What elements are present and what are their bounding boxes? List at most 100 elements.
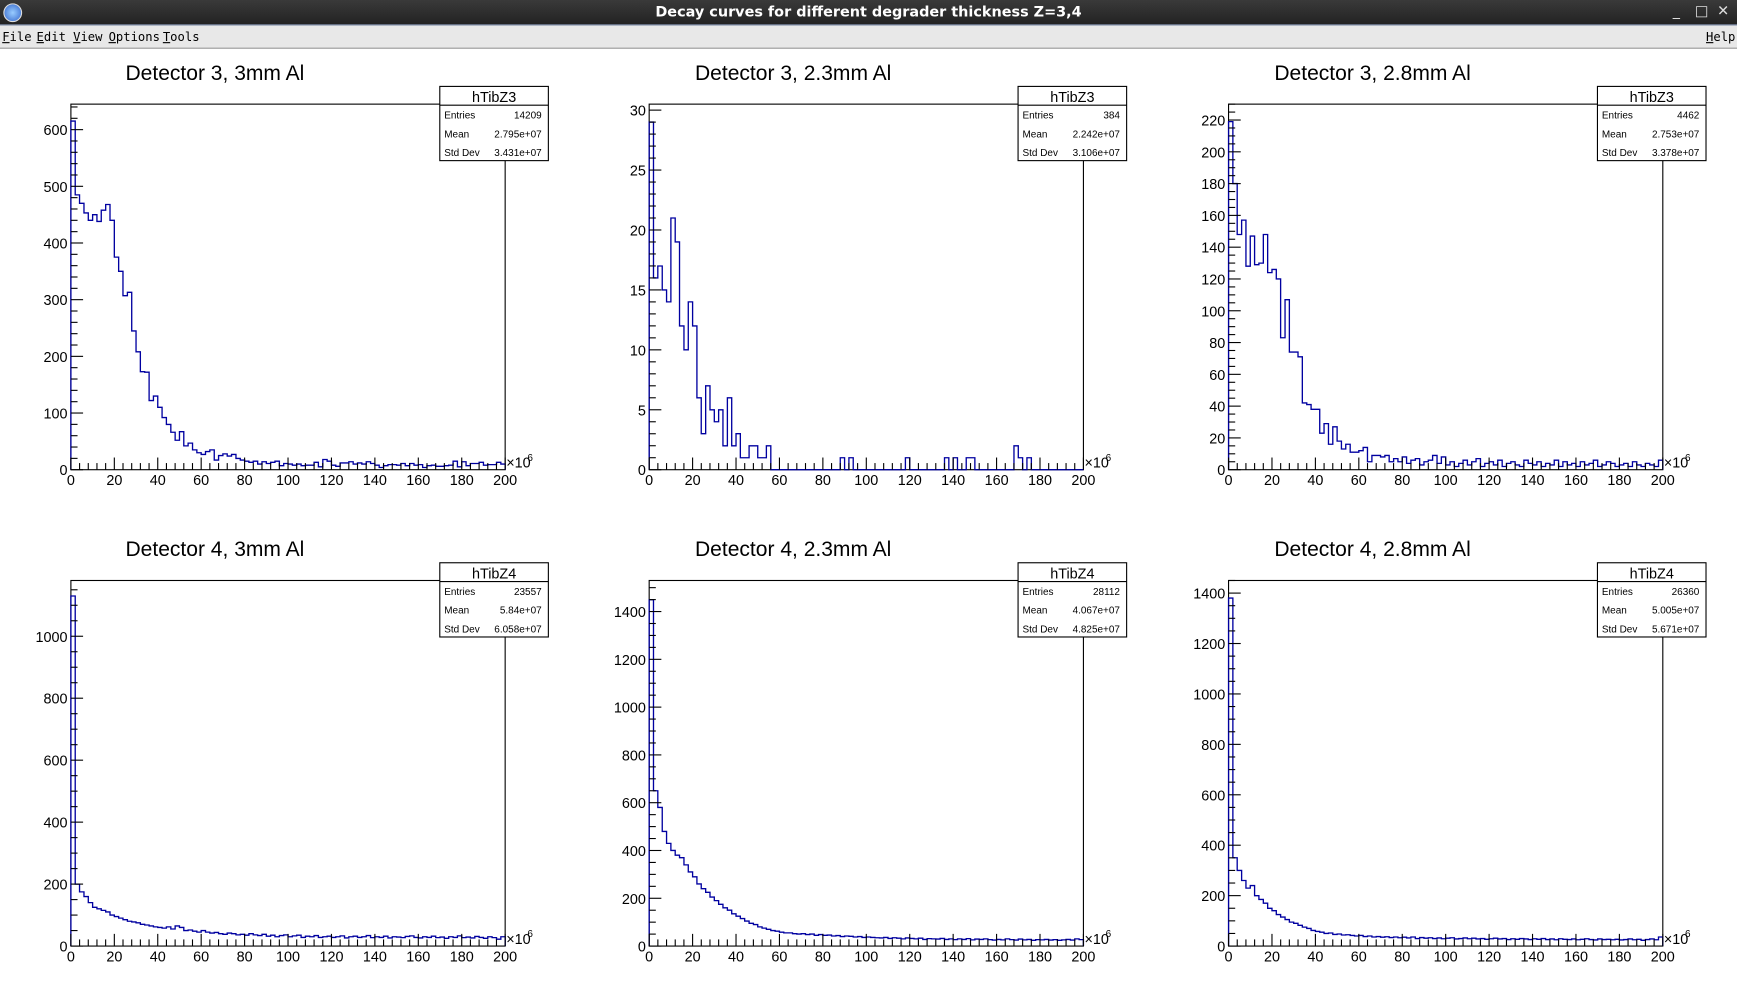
histogram-line: [648, 121, 1084, 471]
y-tick-label: 180: [1201, 177, 1225, 193]
x-tick-label: 60: [771, 950, 787, 966]
x-tick-label: 100: [276, 950, 300, 966]
histogram-panel[interactable]: Detector 4, 2.3mm Al0 20 40 60 80 100 120 140 16…: [614, 538, 1128, 966]
x-tick-label: 160: [406, 473, 430, 489]
x-tick-label: 140: [363, 950, 387, 966]
histogram-panel[interactable]: Detector 3, 2.3mm Al0 20 40 60 80 100 120 140 16…: [630, 62, 1128, 489]
y-tick-label: 1000: [1193, 687, 1225, 703]
x-tick-label: 80: [815, 473, 831, 489]
y-tick-label: 800: [44, 692, 68, 708]
x-tick-label: 40: [1307, 473, 1323, 489]
y-tick-label: 0: [60, 463, 68, 479]
stats-label: Std Dev: [1022, 148, 1057, 159]
histogram-panel[interactable]: Detector 4, 2.8mm Al0 20 40 60 80 100 120 140 16…: [1193, 538, 1707, 966]
plot-title: Detector 3, 2.8mm Al: [1274, 62, 1470, 85]
stats-name: hTibZ4: [1050, 566, 1094, 582]
x-tick-label: 200: [493, 473, 517, 489]
y-tick-label: 60: [1209, 368, 1225, 384]
x-tick-label: 20: [106, 473, 122, 489]
x-tick-label: 60: [1351, 950, 1367, 966]
stats-label: Mean: [444, 129, 469, 140]
stats-box[interactable]: hTibZ4 Entries 28112 Mean 4.067e+07 Std Dev 4.…: [1017, 562, 1128, 638]
y-tick-label: 600: [44, 123, 68, 139]
root-canvas-window: Decay curves for different degrader thic…: [0, 0, 1737, 1005]
x-tick-label: 160: [406, 950, 430, 966]
x-tick-label: 180: [1607, 950, 1631, 966]
stats-value: 2.795e+07: [494, 129, 542, 140]
x-tick-label: 0: [1225, 950, 1233, 966]
y-tick-label: 400: [44, 816, 68, 832]
plot-title: Detector 4, 3mm Al: [125, 538, 304, 561]
canvas-plots[interactable]: Detector 3, 3mm Al0 20 40 60 80 100 120 140 160 1…: [0, 0, 1737, 1005]
x-tick-label: 200: [1071, 473, 1095, 489]
y-tick-label: 0: [638, 463, 646, 479]
y-tick-label: 500: [44, 180, 68, 196]
stats-label: Mean: [1022, 129, 1047, 140]
x-tick-label: 60: [1351, 473, 1367, 489]
stats-label: Entries: [1022, 111, 1053, 122]
stats-box[interactable]: hTibZ3 Entries 14209 Mean 2.795e+07 Std Dev 3.…: [439, 85, 549, 162]
x-tick-label: 20: [685, 473, 701, 489]
stats-box[interactable]: hTibZ3 Entries 4462 Mean 2.753e+07 Std Dev 3.3…: [1596, 85, 1707, 162]
x-tick-label: 120: [1477, 473, 1501, 489]
stats-value: 14209: [514, 111, 542, 122]
stats-label: Entries: [444, 111, 475, 122]
x-tick-label: 0: [1225, 473, 1233, 489]
histogram-panel[interactable]: Detector 3, 3mm Al0 20 40 60 80 100 120 140 160 1…: [44, 62, 549, 489]
x-tick-label: 120: [898, 473, 922, 489]
x-tick-label: 160: [1564, 950, 1588, 966]
histogram-line: [1227, 597, 1664, 947]
stats-label: Entries: [1602, 111, 1633, 122]
y-tick-label: 200: [622, 892, 646, 908]
x-tick-label: 100: [1434, 473, 1458, 489]
y-tick-label: 200: [44, 878, 68, 894]
stats-label: Entries: [444, 587, 475, 598]
stats-name: hTibZ4: [472, 566, 516, 582]
y-tick-label: 5: [638, 403, 646, 419]
stats-box[interactable]: hTibZ4 Entries 23557 Mean 5.84e+07 Std Dev 6.0…: [439, 562, 549, 638]
y-tick-label: 400: [44, 237, 68, 253]
histogram-panel[interactable]: Detector 3, 2.8mm Al0 20 40 60 80 100 120 140 16…: [1201, 62, 1707, 489]
y-tick-label: 100: [1201, 304, 1225, 320]
x-tick-label: 180: [450, 950, 474, 966]
x-tick-label: 180: [450, 473, 474, 489]
stats-name: hTibZ3: [472, 90, 516, 106]
histogram-line: [648, 598, 1085, 947]
x-tick-label: 20: [1264, 950, 1280, 966]
stats-label: Std Dev: [1602, 625, 1637, 636]
x-tick-label: 80: [237, 473, 253, 489]
x-tick-label: 160: [1564, 473, 1588, 489]
stats-label: Std Dev: [444, 148, 479, 159]
y-tick-label: 200: [44, 350, 68, 366]
stats-label: Std Dev: [1602, 148, 1637, 159]
x-tick-label: 0: [645, 473, 653, 489]
x-tick-label: 20: [685, 950, 701, 966]
y-tick-label: 600: [44, 754, 68, 770]
x-tick-label: 200: [1651, 473, 1675, 489]
stats-value: 5.005e+07: [1652, 606, 1700, 617]
y-tick-label: 140: [1201, 241, 1225, 257]
stats-value: 23557: [514, 587, 542, 598]
stats-box[interactable]: hTibZ4 Entries 26360 Mean 5.005e+07 Std Dev 5.…: [1596, 562, 1707, 638]
x-tick-label: 0: [67, 950, 75, 966]
y-tick-label: 160: [1201, 209, 1225, 225]
stats-box[interactable]: hTibZ3 Entries 384 Mean 2.242e+07 Std Dev 3.10…: [1017, 85, 1128, 162]
x-tick-label: 0: [67, 473, 75, 489]
histogram-panel[interactable]: Detector 4, 3mm Al0 20 40 60 80 100 120 140 160 1…: [36, 538, 549, 966]
y-tick-label: 200: [1201, 145, 1225, 161]
x-tick-label: 160: [985, 950, 1009, 966]
x-tick-label: 40: [1307, 950, 1323, 966]
stats-label: Entries: [1602, 587, 1633, 598]
stats-label: Entries: [1022, 587, 1053, 598]
y-tick-label: 0: [638, 940, 646, 956]
x-tick-label: 180: [1028, 473, 1052, 489]
x-tick-label: 140: [1521, 473, 1545, 489]
plot-title: Detector 4, 2.3mm Al: [695, 538, 891, 561]
y-tick-label: 10: [630, 343, 646, 359]
x-tick-label: 40: [150, 950, 166, 966]
y-tick-label: 80: [1209, 336, 1225, 352]
stats-label: Mean: [1602, 129, 1627, 140]
y-tick-label: 120: [1201, 273, 1225, 289]
x-tick-label: 80: [815, 950, 831, 966]
stats-name: hTibZ4: [1630, 566, 1674, 582]
